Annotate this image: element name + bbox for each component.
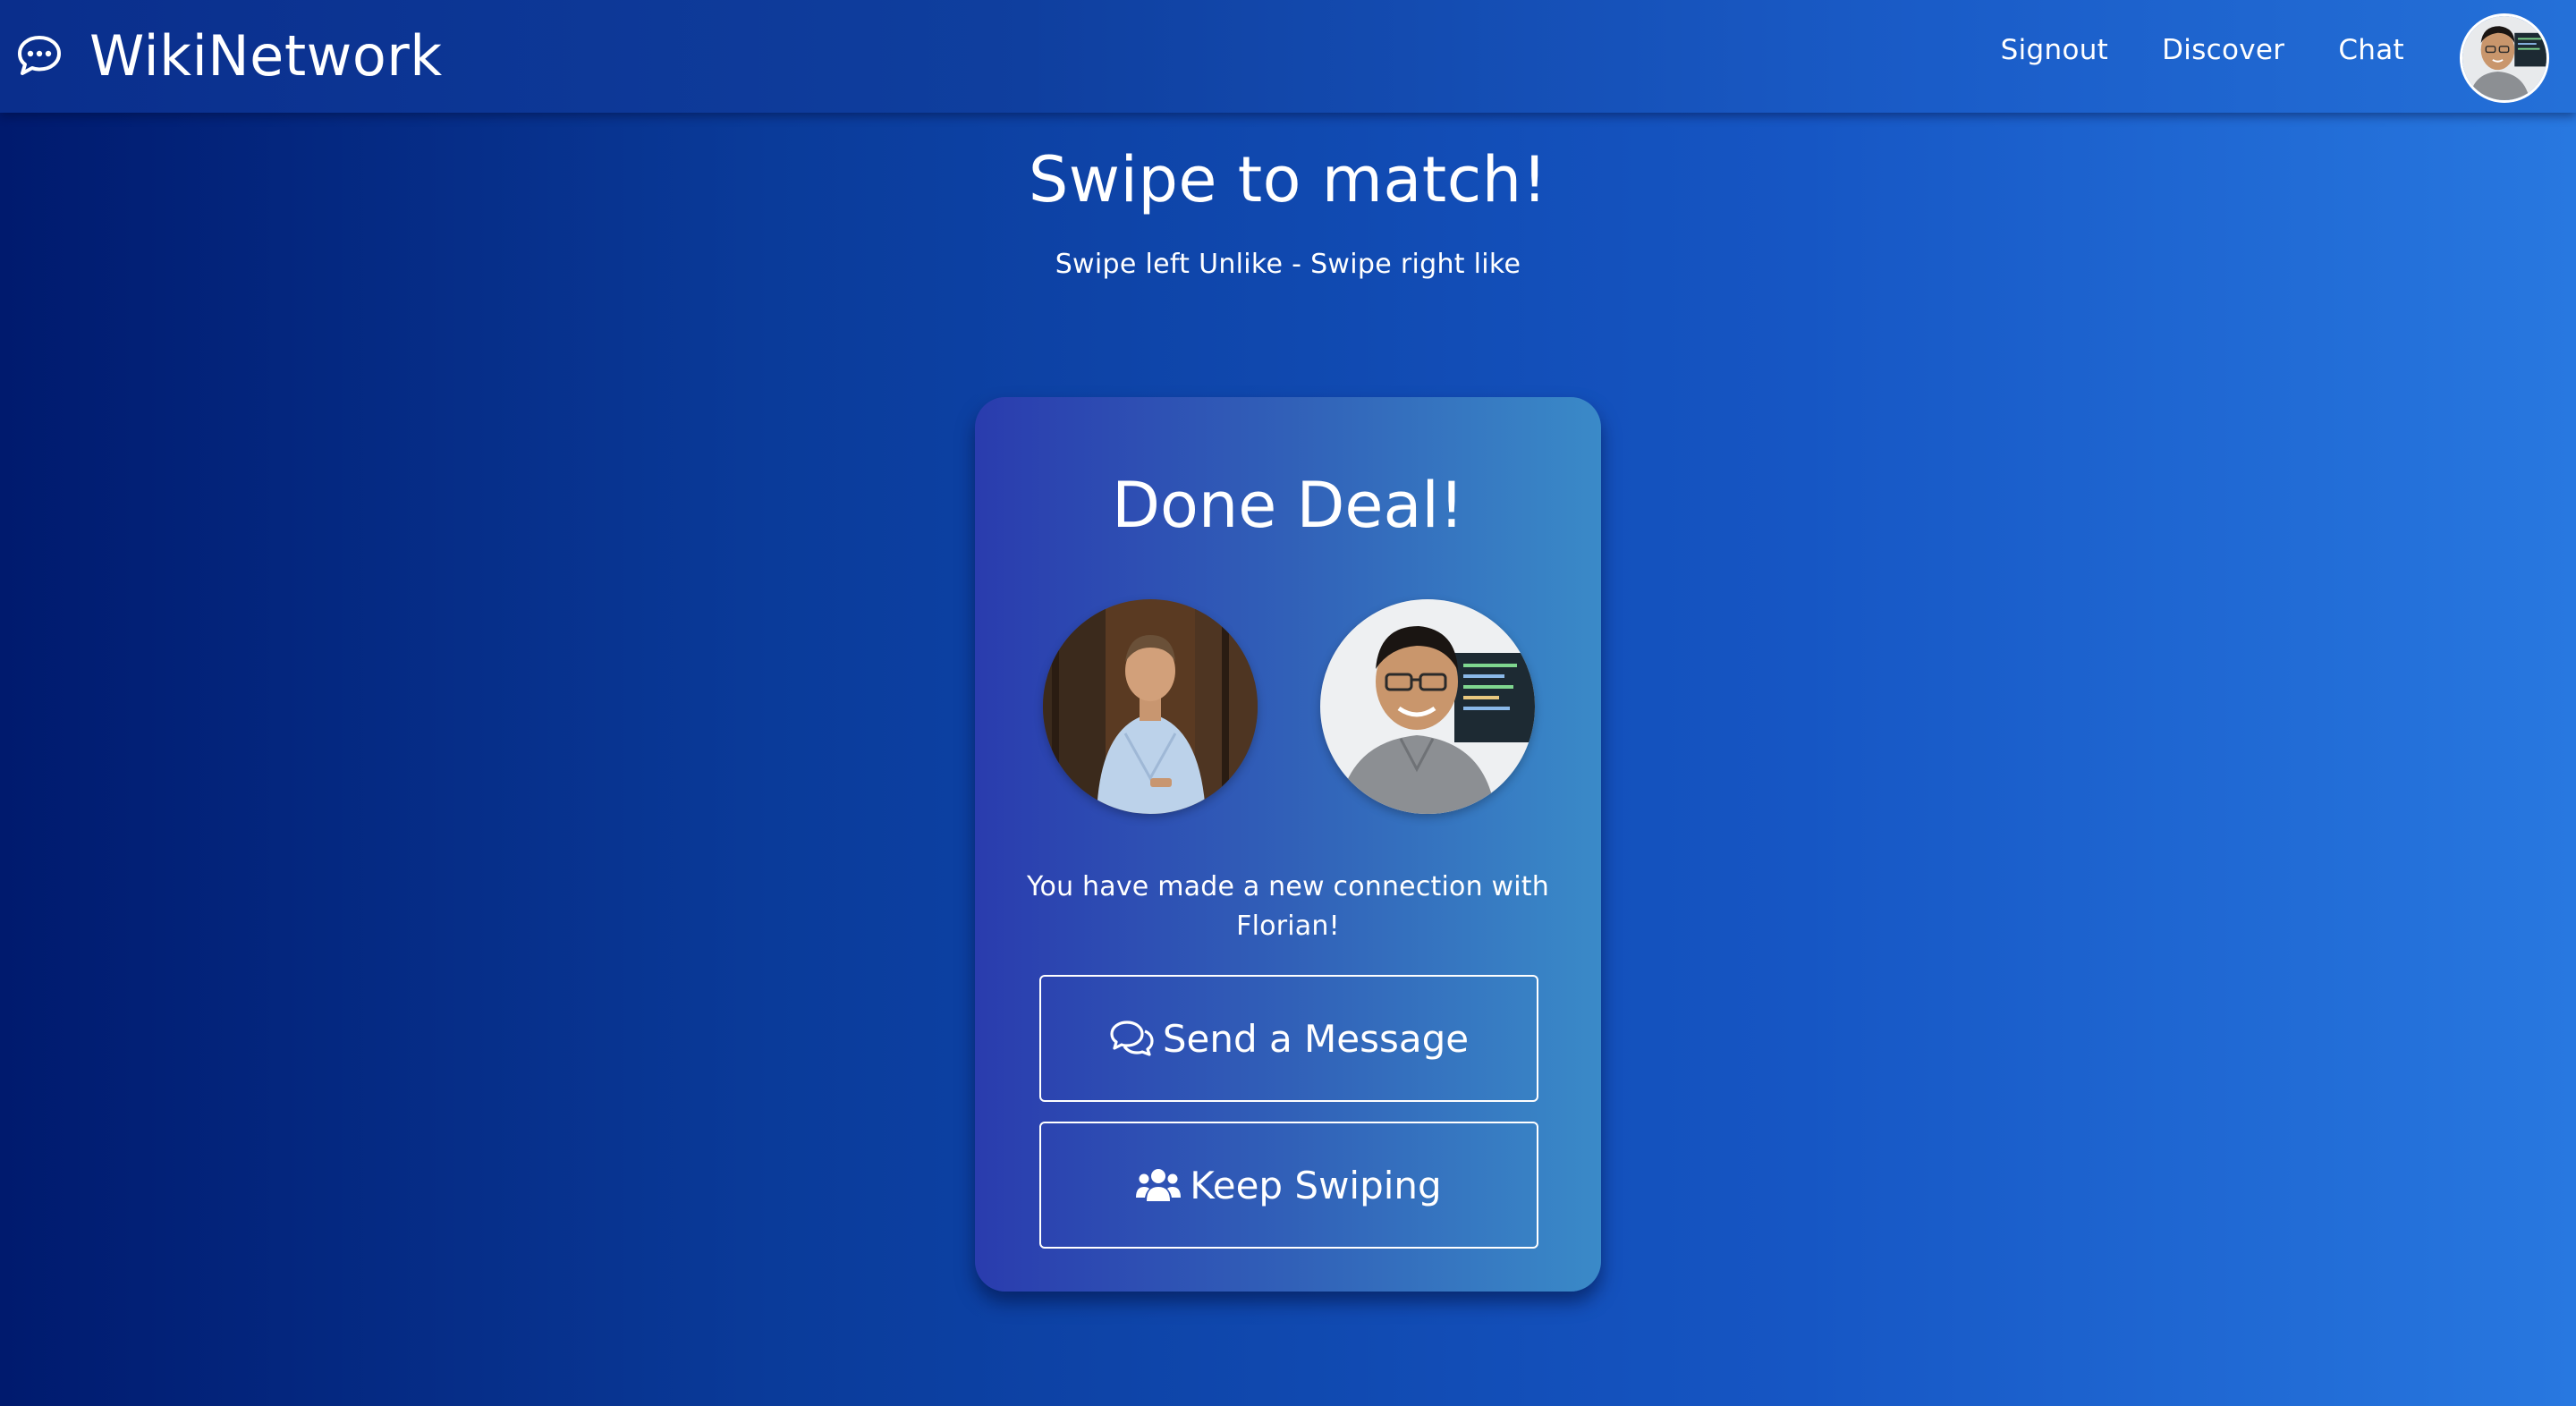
comments-icon (1110, 1021, 1154, 1056)
match-avatar-self-image (1320, 599, 1535, 814)
match-card: Done Deal! You have made a new connectio… (975, 397, 1601, 1292)
send-message-button[interactable]: Send a Message (1039, 975, 1538, 1102)
brand-name: WikiNetwork (89, 22, 443, 89)
user-avatar-image (2462, 16, 2546, 100)
nav-link-signout[interactable]: Signout (2001, 34, 2108, 66)
keep-swiping-button[interactable]: Keep Swiping (1039, 1122, 1538, 1249)
keep-swiping-label: Keep Swiping (1190, 1163, 1442, 1207)
match-avatar-self (1320, 599, 1535, 814)
match-message: You have made a new connection with Flor… (1027, 871, 1549, 942)
page-title: Swipe to match! (1028, 143, 1548, 216)
page-subtitle: Swipe left Unlike - Swipe right like (1055, 249, 1521, 280)
nav-link-discover[interactable]: Discover (2162, 34, 2284, 66)
user-avatar[interactable] (2460, 13, 2549, 103)
send-message-label: Send a Message (1162, 1016, 1470, 1061)
navbar: WikiNetwork Signout Discover Chat (0, 0, 2576, 113)
match-card-title: Done Deal! (1112, 469, 1464, 542)
nav-links: Signout Discover Chat (1947, 34, 2404, 66)
users-icon (1136, 1169, 1182, 1201)
brand[interactable]: WikiNetwork (16, 20, 443, 91)
match-avatar-other-image (1043, 599, 1258, 814)
chat-bubble-icon (18, 36, 61, 75)
nav-link-chat[interactable]: Chat (2338, 34, 2404, 66)
match-avatar-other (1043, 599, 1258, 814)
